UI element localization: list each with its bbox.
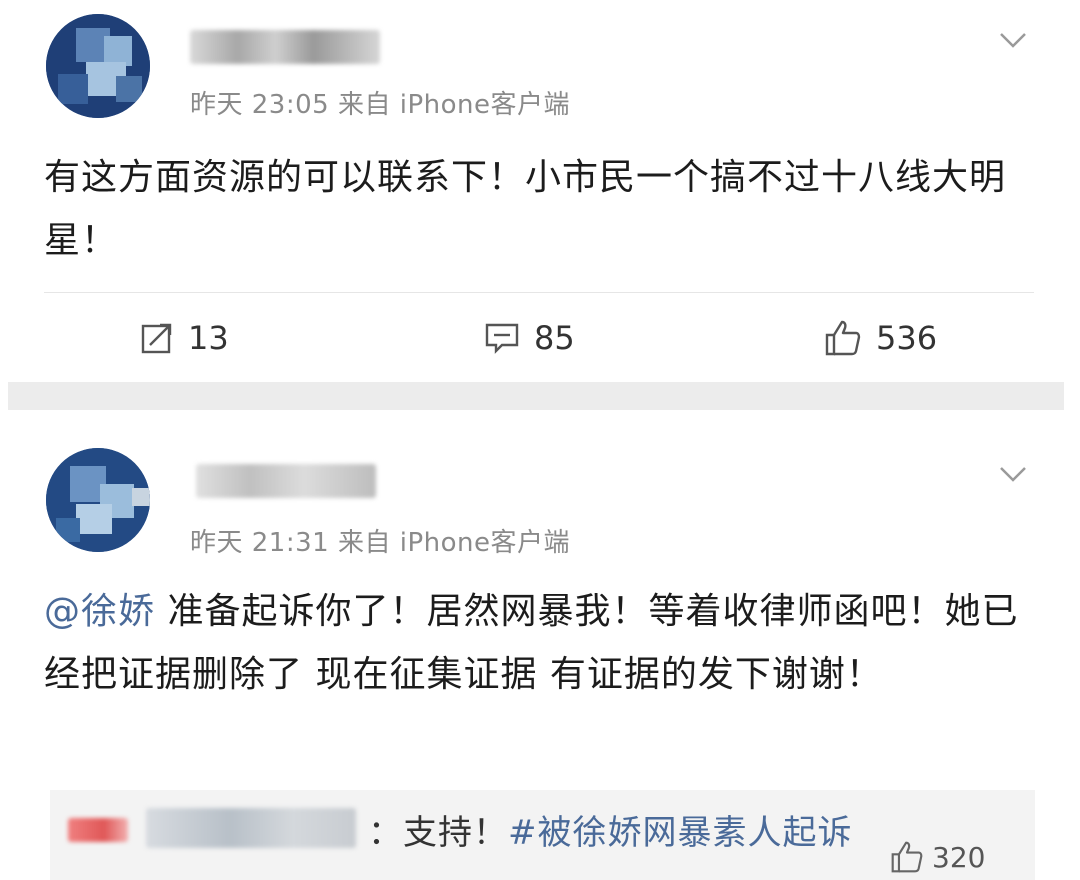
comment-preview-text: ：支持！#被徐娇网暴素人起诉 [368, 805, 853, 854]
post-body: 有这方面资源的可以联系下！小市民一个搞不过十八线大明星！ [44, 157, 1007, 261]
weibo-post: 昨天 23:05 来自 iPhone客户端 有这方面资源的可以联系下！小市民一个… [0, 0, 1080, 380]
comment-count: 85 [534, 319, 575, 357]
comment-text: ：支持！ [368, 813, 508, 853]
comment-preview[interactable]: ：支持！#被徐娇网暴素人起诉 320 [50, 790, 1035, 880]
feed-separator [8, 382, 1064, 410]
weibo-post: 昨天 21:31 来自 iPhone客户端 @徐娇 准备起诉你了！居然网暴我！等… [0, 412, 1080, 880]
thumbs-up-icon [825, 320, 861, 356]
like-button[interactable]: 536 [824, 318, 937, 358]
chevron-down-icon[interactable] [996, 456, 1030, 490]
commenter-name-blurred[interactable] [146, 808, 356, 848]
divider [44, 292, 1034, 293]
thumbs-up-icon [891, 841, 923, 873]
chevron-down-icon[interactable] [996, 22, 1030, 56]
post-body: @徐娇 准备起诉你了！居然网暴我！等着收律师函吧！她已经把证据删除了 现在征集证… [44, 580, 1034, 706]
repost-count: 13 [188, 319, 229, 357]
mention-link[interactable]: @徐娇 [44, 591, 155, 632]
commenter-badge-blurred [68, 818, 128, 842]
comment-icon [485, 323, 519, 354]
post-meta: 昨天 21:31 来自 iPhone客户端 [190, 528, 570, 558]
post-meta: 昨天 23:05 来自 iPhone客户端 [190, 90, 570, 120]
repost-button[interactable]: 13 [140, 318, 229, 358]
like-count: 536 [876, 319, 938, 357]
comment-like-button[interactable]: 320 [890, 840, 985, 874]
avatar[interactable] [46, 448, 150, 552]
repost-icon [141, 323, 172, 354]
comment-button[interactable]: 85 [484, 318, 575, 358]
username-blurred[interactable] [196, 464, 376, 498]
hashtag-link[interactable]: #被徐娇网暴素人起诉 [508, 813, 853, 853]
post-body-text: 准备起诉你了！居然网暴我！等着收律师函吧！她已经把证据删除了 现在征集证据 有证… [44, 591, 1019, 695]
avatar[interactable] [46, 14, 150, 118]
username-blurred[interactable] [190, 30, 380, 64]
comment-like-count: 320 [932, 840, 986, 874]
